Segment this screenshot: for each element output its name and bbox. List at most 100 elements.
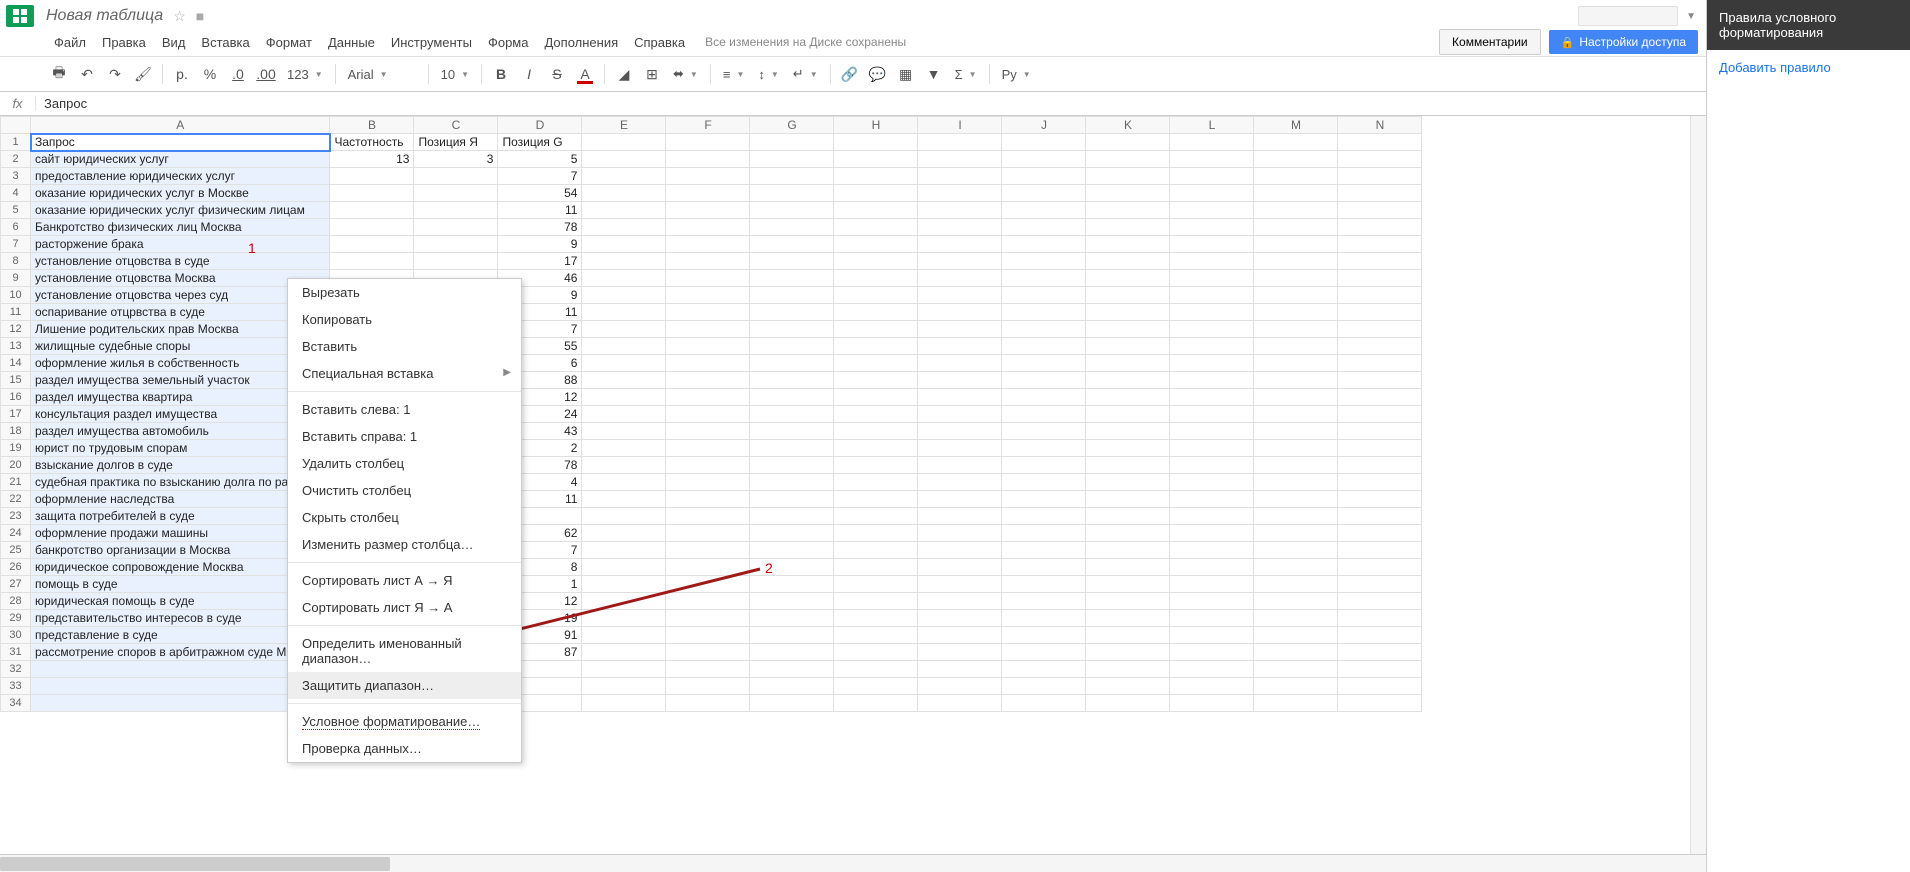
cell[interactable]: [1254, 678, 1338, 695]
increase-decimal[interactable]: .00: [253, 61, 279, 87]
link-icon[interactable]: 🔗: [837, 61, 863, 87]
cell[interactable]: [918, 219, 1002, 236]
vertical-scrollbar[interactable]: [1690, 116, 1706, 854]
cell[interactable]: [750, 610, 834, 627]
cell[interactable]: [1338, 134, 1422, 151]
cell[interactable]: [666, 542, 750, 559]
cell[interactable]: [330, 236, 414, 253]
cell[interactable]: [1254, 236, 1338, 253]
cell[interactable]: [1338, 321, 1422, 338]
cell[interactable]: [1254, 440, 1338, 457]
formula-input[interactable]: Запрос: [36, 96, 1706, 111]
share-button[interactable]: 🔒 Настройки доступа: [1549, 30, 1698, 54]
row-header[interactable]: 21: [1, 474, 31, 491]
cell[interactable]: [750, 202, 834, 219]
cell[interactable]: [1002, 168, 1086, 185]
cell[interactable]: [834, 372, 918, 389]
cell[interactable]: защита потребителей в суде: [31, 508, 330, 525]
cell[interactable]: [582, 304, 666, 321]
cell[interactable]: [1170, 253, 1254, 270]
cell[interactable]: оказание юридических услуг физическим ли…: [31, 202, 330, 219]
cell[interactable]: [918, 440, 1002, 457]
cell[interactable]: [1170, 355, 1254, 372]
cell[interactable]: [1086, 168, 1170, 185]
cell[interactable]: [666, 338, 750, 355]
row-header[interactable]: 15: [1, 372, 31, 389]
cell[interactable]: [666, 440, 750, 457]
cell[interactable]: [666, 202, 750, 219]
cell[interactable]: [330, 185, 414, 202]
cell[interactable]: [750, 678, 834, 695]
row-header[interactable]: 5: [1, 202, 31, 219]
ctx-item[interactable]: Условное форматирование…: [288, 708, 521, 735]
row-header[interactable]: 26: [1, 559, 31, 576]
cell[interactable]: [918, 168, 1002, 185]
cell[interactable]: [1254, 508, 1338, 525]
cell[interactable]: [414, 185, 498, 202]
cell[interactable]: [1254, 168, 1338, 185]
cell[interactable]: [1002, 508, 1086, 525]
cell[interactable]: [1170, 576, 1254, 593]
cell[interactable]: [1254, 457, 1338, 474]
cell[interactable]: [750, 287, 834, 304]
cell[interactable]: 5: [498, 151, 582, 168]
cell[interactable]: [1338, 678, 1422, 695]
cell[interactable]: [1002, 627, 1086, 644]
cell[interactable]: [1254, 474, 1338, 491]
cell[interactable]: [750, 134, 834, 151]
cell[interactable]: [1254, 389, 1338, 406]
cell[interactable]: [666, 491, 750, 508]
cell[interactable]: [666, 372, 750, 389]
cell[interactable]: [31, 695, 330, 712]
cell[interactable]: [1254, 134, 1338, 151]
cell[interactable]: [834, 185, 918, 202]
cell[interactable]: [666, 644, 750, 661]
cell[interactable]: [1338, 695, 1422, 712]
row-header[interactable]: 17: [1, 406, 31, 423]
row-header[interactable]: 13: [1, 338, 31, 355]
cell[interactable]: [582, 627, 666, 644]
cell[interactable]: [31, 661, 330, 678]
ctx-item[interactable]: Проверка данных…: [288, 735, 521, 762]
cell[interactable]: [582, 525, 666, 542]
cell[interactable]: [1086, 491, 1170, 508]
cell[interactable]: [582, 321, 666, 338]
cell[interactable]: [1254, 491, 1338, 508]
cell[interactable]: [918, 610, 1002, 627]
row-header[interactable]: 7: [1, 236, 31, 253]
cell[interactable]: [1338, 491, 1422, 508]
cell[interactable]: [750, 491, 834, 508]
cell[interactable]: [1254, 270, 1338, 287]
col-header-N[interactable]: N: [1338, 117, 1422, 134]
cell[interactable]: [750, 219, 834, 236]
row-header[interactable]: 3: [1, 168, 31, 185]
col-header-H[interactable]: H: [834, 117, 918, 134]
cell[interactable]: [918, 559, 1002, 576]
cell[interactable]: [1170, 661, 1254, 678]
row-header[interactable]: 10: [1, 287, 31, 304]
cell[interactable]: [1086, 457, 1170, 474]
cell[interactable]: [918, 593, 1002, 610]
cell[interactable]: [666, 525, 750, 542]
cell[interactable]: [1338, 270, 1422, 287]
cell[interactable]: [1086, 304, 1170, 321]
cell[interactable]: [1086, 355, 1170, 372]
row-header[interactable]: 18: [1, 423, 31, 440]
cell[interactable]: [1002, 695, 1086, 712]
cell[interactable]: [1002, 406, 1086, 423]
cell[interactable]: [1254, 644, 1338, 661]
cell[interactable]: [834, 219, 918, 236]
col-header-G[interactable]: G: [750, 117, 834, 134]
cell[interactable]: раздел имущества автомобиль: [31, 423, 330, 440]
cell[interactable]: [834, 168, 918, 185]
cell[interactable]: [1086, 406, 1170, 423]
menu-Файл[interactable]: Файл: [46, 31, 94, 54]
cell[interactable]: [1170, 304, 1254, 321]
cell[interactable]: [834, 287, 918, 304]
cell[interactable]: [1254, 219, 1338, 236]
row-header[interactable]: 22: [1, 491, 31, 508]
menu-Формат[interactable]: Формат: [258, 31, 320, 54]
cell[interactable]: [750, 389, 834, 406]
cell[interactable]: [834, 253, 918, 270]
cell[interactable]: [918, 695, 1002, 712]
